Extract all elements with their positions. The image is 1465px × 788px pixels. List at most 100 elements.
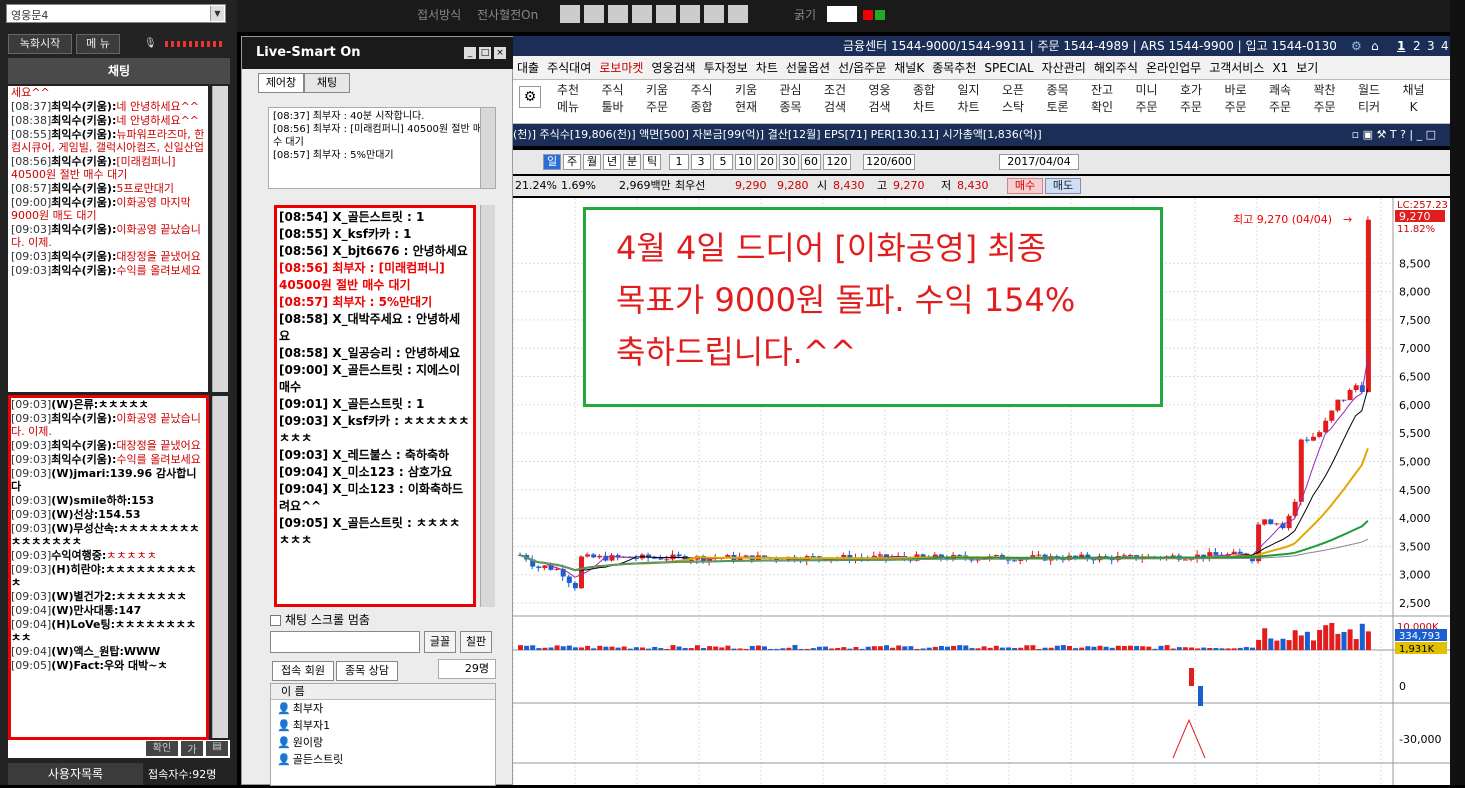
menu-item[interactable]: 해외주식 (1094, 61, 1138, 75)
menu-item[interactable]: 자산관리 (1042, 61, 1086, 75)
chat-tab[interactable]: 채팅 (8, 58, 230, 84)
scroll-lock-checkbox[interactable]: 채팅 스크롤 멈춤 (270, 611, 370, 628)
quick-icon[interactable]: 월드 티커 (1352, 82, 1386, 116)
record-button[interactable]: 녹화시작 (8, 34, 72, 54)
period-button[interactable]: 60 (801, 154, 821, 170)
member-item[interactable]: 👤 최부자 (271, 700, 495, 717)
menu-item[interactable]: 로보마켓 (599, 61, 643, 75)
eraser-icon[interactable] (728, 5, 748, 23)
app-select[interactable]: 영웅문4 ▼ (6, 4, 226, 23)
period-button[interactable]: 10 (735, 154, 755, 170)
public-chat-scrollbar[interactable] (212, 396, 228, 738)
quick-icon[interactable]: 영웅 검색 (863, 82, 897, 116)
menu-item[interactable]: 채널K (894, 61, 924, 75)
period-button[interactable]: 분 (623, 154, 641, 170)
page-1[interactable]: 1 (1397, 36, 1405, 56)
quick-icon[interactable]: 추천 메뉴 (551, 82, 585, 116)
font-size-icon[interactable]: 가 (181, 741, 203, 756)
quick-icon[interactable]: 일지 차트 (952, 82, 986, 116)
tab-control[interactable]: 제어창 (258, 73, 304, 93)
buy-button[interactable]: 매수 (1007, 178, 1043, 194)
date-field[interactable]: 2017/04/04 (999, 154, 1079, 170)
filled-circle-icon[interactable] (680, 5, 700, 23)
quick-icon[interactable]: 키움 주문 (640, 82, 674, 116)
quick-icon[interactable]: 주식 툴바 (596, 82, 630, 116)
tab-members[interactable]: 접속 회원 (272, 661, 334, 681)
rect-icon[interactable] (656, 5, 676, 23)
chevron-down-icon[interactable]: ▼ (210, 6, 224, 21)
chat-message-input[interactable] (270, 631, 420, 653)
period-button[interactable]: 틱 (643, 154, 661, 170)
menu-button[interactable]: 메 뉴 (76, 34, 120, 54)
board-button[interactable]: 칠판 (460, 631, 492, 653)
quick-icon[interactable]: 쾌속 주문 (1263, 82, 1297, 116)
sell-button[interactable]: 매도 (1045, 178, 1081, 194)
home-icon[interactable]: ⌂ (1371, 36, 1379, 56)
font-button[interactable]: 글꼴 (424, 631, 456, 653)
quick-icon[interactable]: 종합 차트 (907, 82, 941, 116)
period-button[interactable]: 일 (543, 154, 561, 170)
menu-item[interactable]: 종목추천 (932, 61, 976, 75)
menu-item[interactable]: 고객서비스 (1209, 61, 1264, 75)
minimize-icon[interactable]: _ (464, 47, 476, 59)
page-3[interactable]: 3 (1427, 36, 1435, 56)
color-red-swatch[interactable] (863, 10, 873, 20)
menu-item[interactable]: 차트 (756, 61, 778, 75)
member-item[interactable]: 👤 원이랑 (271, 734, 495, 751)
member-chat-scrollbar[interactable] (480, 205, 495, 607)
quick-icon[interactable]: 채널 K (1397, 82, 1431, 116)
quick-icon[interactable]: 조건 검색 (818, 82, 852, 116)
quick-icon[interactable]: 키움 현재 (729, 82, 763, 116)
quick-icon[interactable]: 꽉찬 주문 (1308, 82, 1342, 116)
confirm-button[interactable]: 확인 (146, 741, 178, 756)
line-icon[interactable] (608, 5, 628, 23)
tab-chat[interactable]: 채팅 (304, 73, 350, 93)
color-green-swatch[interactable] (875, 10, 885, 20)
quick-icon[interactable]: 오픈 스탁 (996, 82, 1030, 116)
lock-icon[interactable]: ▤ (206, 741, 228, 756)
period-button[interactable]: 120 (823, 154, 851, 170)
period-button[interactable]: 20 (757, 154, 777, 170)
quick-icon[interactable]: 종목 토론 (1041, 82, 1075, 116)
range-field[interactable]: 120/600 (863, 154, 915, 170)
menu-item[interactable]: 선/옵주문 (838, 61, 886, 75)
settings-icon[interactable]: ⚙ (1351, 36, 1362, 56)
page-4[interactable]: 4 (1441, 36, 1449, 56)
close-icon[interactable]: × (494, 47, 506, 59)
quick-icon[interactable]: 관심 종목 (774, 82, 808, 116)
period-button[interactable]: 5 (713, 154, 733, 170)
quick-icon[interactable]: 잔고 확인 (1085, 82, 1119, 116)
gear-icon[interactable]: ⚙ (519, 86, 541, 108)
filled-rect-icon[interactable] (704, 5, 724, 23)
thickness-select[interactable] (827, 6, 857, 22)
period-button[interactable]: 3 (691, 154, 711, 170)
maximize-icon[interactable]: □ (479, 47, 491, 59)
period-button[interactable]: 년 (603, 154, 621, 170)
member-item[interactable]: 👤 골든스트릿 (271, 751, 495, 768)
quick-icon[interactable]: 호가 주문 (1174, 82, 1208, 116)
highlighter-icon[interactable] (584, 5, 604, 23)
menu-item[interactable]: 선물옵션 (786, 61, 830, 75)
quick-icon[interactable]: 바로 주문 (1219, 82, 1253, 116)
circle-icon[interactable] (632, 5, 652, 23)
menu-item[interactable]: 투자정보 (704, 61, 748, 75)
host-chat-scrollbar[interactable] (212, 86, 228, 392)
menu-item[interactable]: 보기 (1296, 61, 1318, 75)
window-controls[interactable]: ▫ ▣ ⚒ T ? | _ □ (1352, 124, 1436, 146)
quick-icon[interactable]: 주식 종합 (685, 82, 719, 116)
menu-item[interactable]: SPECIAL (984, 61, 1033, 75)
menu-item[interactable]: 주식대여 (547, 61, 591, 75)
page-2[interactable]: 2 (1413, 36, 1421, 56)
period-button[interactable]: 30 (779, 154, 799, 170)
member-item[interactable]: 👤 최부자1 (271, 717, 495, 734)
period-button[interactable]: 주 (563, 154, 581, 170)
tab-stock-consult[interactable]: 종목 상담 (336, 661, 398, 681)
period-button[interactable]: 1 (669, 154, 689, 170)
menu-item[interactable]: 대출 (517, 61, 539, 75)
pen-icon[interactable] (560, 5, 580, 23)
quick-icon[interactable]: 미니 주문 (1130, 82, 1164, 116)
menu-item[interactable]: 영웅검색 (651, 61, 695, 75)
menu-item[interactable]: 온라인업무 (1146, 61, 1201, 75)
user-list-button[interactable]: 사용자목록 (8, 763, 143, 785)
period-button[interactable]: 월 (583, 154, 601, 170)
